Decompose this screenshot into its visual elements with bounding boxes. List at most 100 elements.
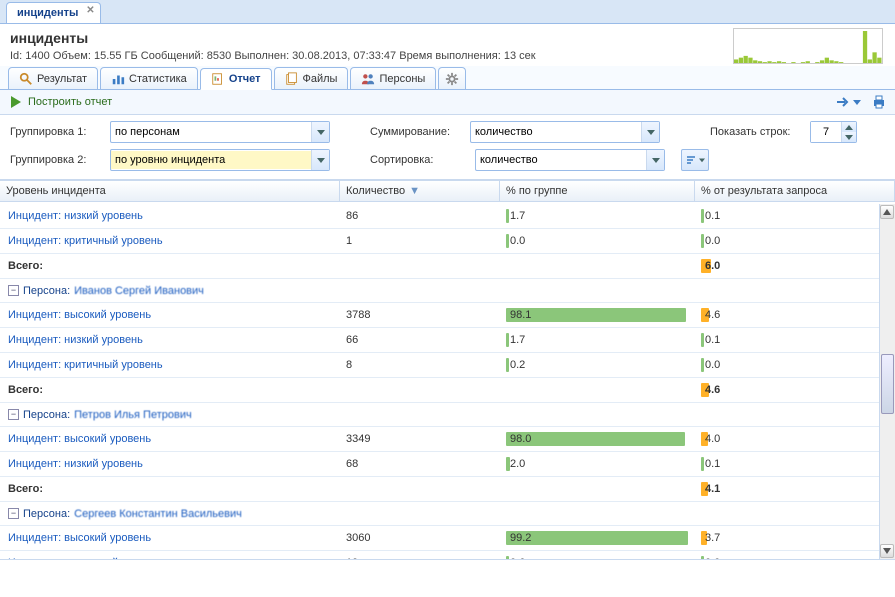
sort-direction-button[interactable] bbox=[681, 149, 709, 171]
row-count: 8 bbox=[340, 355, 500, 375]
row-label: Всего: bbox=[0, 380, 340, 400]
chevron-down-icon[interactable] bbox=[311, 150, 329, 170]
print-button[interactable] bbox=[871, 94, 887, 110]
data-row[interactable]: Инцидент: высокий уровень334998.04.0 bbox=[0, 427, 879, 452]
tab-files[interactable]: Файлы bbox=[274, 67, 349, 89]
row-label: Инцидент: высокий уровень bbox=[0, 305, 340, 325]
tab-label: Статистика bbox=[129, 73, 187, 85]
row-presult: 4.6 bbox=[695, 303, 879, 327]
export-dropdown[interactable] bbox=[835, 94, 861, 110]
collapse-icon[interactable]: − bbox=[8, 409, 19, 420]
group-header-row[interactable]: − Персона: Иванов Сергей Иванович bbox=[0, 279, 879, 303]
grid-body[interactable]: Инцидент: низкий уровень861.70.1Инцидент… bbox=[0, 204, 879, 559]
group1-input[interactable] bbox=[111, 123, 311, 141]
row-presult: 0.1 bbox=[695, 204, 879, 228]
row-presult: 0.0 bbox=[695, 353, 879, 377]
gear-icon bbox=[445, 72, 459, 86]
showrows-label: Показать строк: bbox=[710, 126, 800, 138]
group2-input[interactable] bbox=[111, 151, 311, 169]
sum-input[interactable] bbox=[471, 123, 641, 141]
data-row[interactable]: Инцидент: высокий уровень306099.23.7 bbox=[0, 526, 879, 551]
build-label: Построить отчет bbox=[28, 96, 112, 108]
data-row[interactable]: Инцидент: критичный уровень10.00.0 bbox=[0, 229, 879, 254]
sort-input[interactable] bbox=[476, 151, 646, 169]
window-tab-incidents[interactable]: инциденты ✕ bbox=[6, 2, 101, 23]
close-icon[interactable]: ✕ bbox=[84, 6, 96, 18]
tab-settings[interactable] bbox=[438, 67, 466, 89]
data-row[interactable]: Инцидент: критичный уровень190.60.0 bbox=[0, 551, 879, 559]
group-value: Иванов Сергей Иванович bbox=[74, 285, 204, 297]
data-row[interactable]: Инцидент: критичный уровень80.20.0 bbox=[0, 353, 879, 378]
tab-label: Персоны bbox=[379, 73, 425, 85]
group-field-label: Персона: bbox=[23, 508, 70, 520]
group-header-row[interactable]: − Персона: Сергеев Константин Васильевич bbox=[0, 502, 879, 526]
row-pgroup bbox=[500, 485, 695, 493]
sort-label: Сортировка: bbox=[370, 154, 465, 166]
group2-label: Группировка 2: bbox=[10, 154, 100, 166]
total-row[interactable]: Всего:4.1 bbox=[0, 477, 879, 502]
data-row[interactable]: Инцидент: низкий уровень661.70.1 bbox=[0, 328, 879, 353]
window-tab-label: инциденты bbox=[17, 7, 78, 19]
build-report-button[interactable]: Построить отчет bbox=[8, 94, 112, 110]
group-value: Петров Илья Петрович bbox=[74, 409, 192, 421]
chevron-down-icon[interactable] bbox=[311, 122, 329, 142]
tab-result[interactable]: Результат bbox=[8, 67, 98, 89]
row-presult: 0.1 bbox=[695, 328, 879, 352]
group1-combo[interactable] bbox=[110, 121, 330, 143]
col-header-pgroup[interactable]: % по группе bbox=[500, 181, 695, 201]
collapse-icon[interactable]: − bbox=[8, 508, 19, 519]
tab-persons[interactable]: Персоны bbox=[350, 67, 436, 89]
sparkline-chart bbox=[733, 28, 883, 64]
magnifier-icon bbox=[19, 72, 33, 86]
scroll-down-icon[interactable] bbox=[880, 544, 894, 558]
sum-combo[interactable] bbox=[470, 121, 660, 143]
collapse-icon[interactable]: − bbox=[8, 285, 19, 296]
total-row[interactable]: Всего:4.6 bbox=[0, 378, 879, 403]
chevron-down-icon[interactable] bbox=[646, 150, 664, 170]
scrollbar-thumb[interactable] bbox=[881, 354, 894, 414]
row-presult: 3.7 bbox=[695, 526, 879, 550]
row-label: Инцидент: высокий уровень bbox=[0, 528, 340, 548]
row-count bbox=[340, 262, 500, 270]
row-count: 3060 bbox=[340, 528, 500, 548]
col-header-level[interactable]: Уровень инцидента bbox=[0, 181, 340, 201]
row-pgroup: 98.0 bbox=[500, 427, 695, 451]
data-row[interactable]: Инцидент: высокий уровень378898.14.6 bbox=[0, 303, 879, 328]
spin-up-icon[interactable] bbox=[842, 122, 856, 132]
group-header-row[interactable]: − Персона: Петров Илья Петрович bbox=[0, 403, 879, 427]
row-count: 3788 bbox=[340, 305, 500, 325]
persons-icon bbox=[361, 72, 375, 86]
row-label: Инцидент: низкий уровень bbox=[0, 206, 340, 226]
group2-combo[interactable] bbox=[110, 149, 330, 171]
row-presult: 0.1 bbox=[695, 452, 879, 476]
toolbar: Построить отчет bbox=[0, 90, 895, 115]
scroll-up-icon[interactable] bbox=[880, 205, 894, 219]
col-header-count[interactable]: Количество ▼ bbox=[340, 181, 500, 201]
row-pgroup: 0.2 bbox=[500, 353, 695, 377]
showrows-spinner[interactable] bbox=[810, 121, 857, 143]
report-controls: Группировка 1: Суммирование: Показать ст… bbox=[0, 115, 895, 180]
inner-tabs: Результат Статистика Отчет Файлы Персоны bbox=[0, 66, 895, 90]
tab-stats[interactable]: Статистика bbox=[100, 67, 198, 89]
row-presult: 0.0 bbox=[695, 551, 879, 559]
row-presult: 6.0 bbox=[695, 254, 879, 278]
total-row[interactable]: Всего:6.0 bbox=[0, 254, 879, 279]
spin-down-icon[interactable] bbox=[842, 132, 856, 142]
col-header-presult[interactable]: % от результата запроса bbox=[695, 181, 895, 201]
panel-header: инциденты Id: 1400 Объем: 15.55 ГБ Сообщ… bbox=[0, 24, 895, 66]
showrows-input[interactable] bbox=[811, 122, 841, 142]
data-row[interactable]: Инцидент: низкий уровень861.70.1 bbox=[0, 204, 879, 229]
row-pgroup: 2.0 bbox=[500, 452, 695, 476]
sum-label: Суммирование: bbox=[370, 126, 460, 138]
tab-label: Файлы bbox=[303, 73, 338, 85]
tab-label: Результат bbox=[37, 73, 87, 85]
chevron-down-icon[interactable] bbox=[641, 122, 659, 142]
vertical-scrollbar[interactable] bbox=[879, 204, 895, 559]
row-count: 68 bbox=[340, 454, 500, 474]
tab-report[interactable]: Отчет bbox=[200, 68, 272, 90]
sort-combo[interactable] bbox=[475, 149, 665, 171]
row-count: 3349 bbox=[340, 429, 500, 449]
window-tab-bar: инциденты ✕ bbox=[0, 0, 895, 24]
data-row[interactable]: Инцидент: низкий уровень682.00.1 bbox=[0, 452, 879, 477]
row-pgroup bbox=[500, 262, 695, 270]
